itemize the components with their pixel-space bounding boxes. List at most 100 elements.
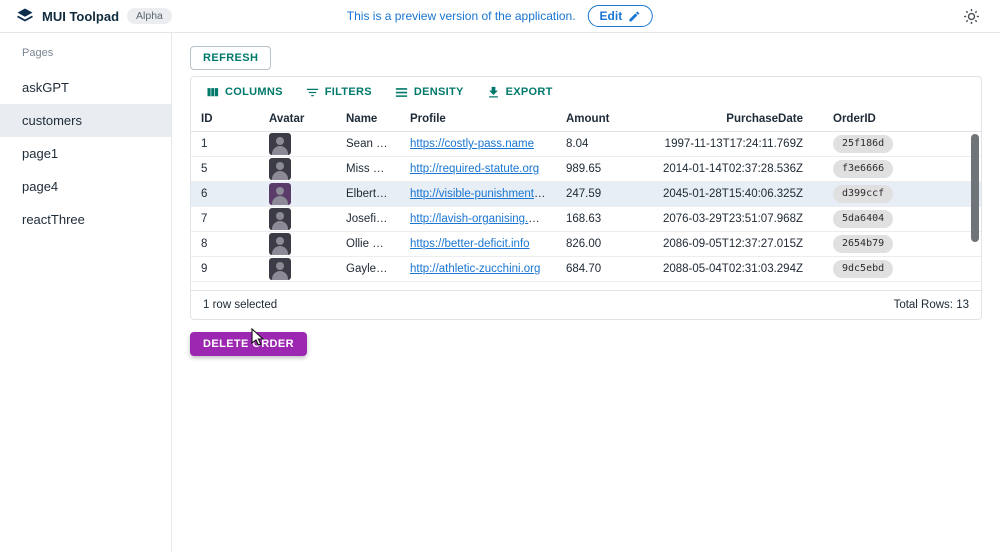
cell-amount: 684.70 — [556, 263, 648, 275]
grid-vertical-scrollbar[interactable] — [971, 134, 979, 242]
refresh-button[interactable]: REFRESH — [190, 46, 271, 70]
profile-link[interactable]: http://lavish-organising.name — [410, 213, 556, 225]
orderid-chip: 25f186d — [833, 135, 893, 153]
column-header-name[interactable]: Name — [336, 113, 400, 125]
total-rows: Total Rows: 13 — [894, 299, 969, 311]
export-button-label: EXPORT — [506, 86, 553, 98]
theme-toggle-button[interactable] — [959, 4, 984, 29]
filters-button-label: FILTERS — [325, 86, 372, 98]
cell-name: Miss Juan ... — [336, 163, 400, 175]
cell-purchasedate: 2088-05-04T02:31:03.294Z — [648, 263, 813, 275]
selection-status: 1 row selected — [203, 299, 277, 311]
sidebar: Pages askGPT customers page1 page4 react… — [0, 33, 172, 552]
orderid-chip: 9dc5ebd — [833, 260, 893, 278]
orderid-chip: 5da6404 — [833, 210, 893, 228]
edit-button[interactable]: Edit — [588, 5, 654, 27]
columns-button[interactable]: COLUMNS — [199, 81, 289, 104]
cell-avatar — [259, 158, 336, 180]
cell-id: 7 — [191, 213, 259, 225]
table-row[interactable]: 7 Josefina P... http://lavish-organising… — [191, 207, 981, 232]
table-row[interactable]: 5 Miss Juan ... http://required-statute.… — [191, 157, 981, 182]
cell-orderid: 5da6404 — [813, 210, 981, 228]
view-column-icon — [205, 85, 220, 100]
cell-avatar — [259, 208, 336, 230]
column-header-id[interactable]: ID — [191, 113, 259, 125]
edit-button-label: Edit — [600, 9, 623, 23]
density-button[interactable]: DENSITY — [388, 81, 470, 104]
cell-avatar — [259, 183, 336, 205]
cell-name: Sean Harris — [336, 138, 400, 150]
cell-purchasedate: 2014-01-14T02:37:28.536Z — [648, 163, 813, 175]
grid-toolbar: COLUMNS FILTERS DENSITY EXPORT — [191, 77, 981, 107]
avatar — [269, 258, 291, 280]
preview-banner: This is a preview version of the applica… — [347, 5, 653, 27]
filters-button[interactable]: FILTERS — [299, 81, 378, 104]
sidebar-item-page1[interactable]: page1 — [0, 137, 171, 170]
cell-profile: http://lavish-organising.name — [400, 213, 556, 225]
columns-button-label: COLUMNS — [225, 86, 283, 98]
table-row[interactable]: 9 Gayle Den... http://athletic-zucchini.… — [191, 257, 981, 282]
cell-purchasedate: 1997-11-13T17:24:11.769Z — [648, 138, 813, 150]
cell-orderid: 2654b79 — [813, 235, 981, 253]
profile-link[interactable]: http://visible-punishment.net — [410, 188, 553, 200]
alpha-badge: Alpha — [127, 8, 172, 24]
mui-toolpad-logo — [16, 7, 34, 25]
cell-amount: 247.59 — [556, 188, 648, 200]
cell-avatar — [259, 133, 336, 155]
cell-amount: 8.04 — [556, 138, 648, 150]
cell-purchasedate: 2076-03-29T23:51:07.968Z — [648, 213, 813, 225]
sun-icon — [963, 8, 980, 25]
profile-link[interactable]: http://required-statute.org — [410, 163, 539, 175]
cell-avatar — [259, 258, 336, 280]
profile-link[interactable]: http://athletic-zucchini.org — [410, 263, 540, 275]
cell-profile: http://required-statute.org — [400, 163, 556, 175]
sidebar-item-customers[interactable]: customers — [0, 104, 171, 137]
cell-profile: http://visible-punishment.net — [400, 188, 556, 200]
cell-profile: https://better-deficit.info — [400, 238, 556, 250]
table-row[interactable]: 8 Ollie Green... https://better-deficit.… — [191, 232, 981, 257]
cell-avatar — [259, 233, 336, 255]
column-header-amount[interactable]: Amount — [556, 113, 648, 125]
cell-id: 9 — [191, 263, 259, 275]
sidebar-item-reactthree[interactable]: reactThree — [0, 203, 171, 236]
cell-name: Ollie Green... — [336, 238, 400, 250]
avatar — [269, 133, 291, 155]
avatar — [269, 183, 291, 205]
column-header-orderid[interactable]: OrderID — [813, 113, 981, 125]
table-row[interactable]: 1 Sean Harris https://costly-pass.name 8… — [191, 132, 981, 157]
cell-name: Elbert McL... — [336, 188, 400, 200]
cell-id: 5 — [191, 163, 259, 175]
orderid-chip: 2654b79 — [833, 235, 893, 253]
orderid-chip: f3e6666 — [833, 160, 893, 178]
cell-id: 1 — [191, 138, 259, 150]
sidebar-item-askgpt[interactable]: askGPT — [0, 71, 171, 104]
app-bar: MUI Toolpad Alpha This is a preview vers… — [0, 0, 1000, 33]
cell-amount: 989.65 — [556, 163, 648, 175]
column-header-avatar[interactable]: Avatar — [259, 113, 336, 125]
cell-id: 6 — [191, 188, 259, 200]
cell-orderid: 9dc5ebd — [813, 260, 981, 278]
column-header-purchasedate[interactable]: PurchaseDate — [648, 113, 813, 125]
sidebar-item-page4[interactable]: page4 — [0, 170, 171, 203]
profile-link[interactable]: https://better-deficit.info — [410, 238, 530, 250]
cell-purchasedate: 2045-01-28T15:40:06.325Z — [648, 188, 813, 200]
delete-order-button[interactable]: DELETE ORDER — [190, 332, 307, 356]
cell-id: 8 — [191, 238, 259, 250]
avatar — [269, 158, 291, 180]
density-button-label: DENSITY — [414, 86, 464, 98]
cell-purchasedate: 2086-09-05T12:37:27.015Z — [648, 238, 813, 250]
table-row-selected[interactable]: 6 Elbert McL... http://visible-punishmen… — [191, 182, 981, 207]
column-header-profile[interactable]: Profile — [400, 113, 556, 125]
filter-icon — [305, 85, 320, 100]
cell-amount: 168.63 — [556, 213, 648, 225]
app-bar-brand: MUI Toolpad Alpha — [16, 7, 172, 25]
cell-profile: https://costly-pass.name — [400, 138, 556, 150]
cell-profile: http://athletic-zucchini.org — [400, 263, 556, 275]
profile-link[interactable]: https://costly-pass.name — [410, 138, 534, 150]
preview-text: This is a preview version of the applica… — [347, 9, 576, 23]
export-button[interactable]: EXPORT — [480, 81, 559, 104]
grid-footer: 1 row selected Total Rows: 13 — [191, 290, 981, 319]
sidebar-section-label: Pages — [0, 39, 171, 71]
app-title: MUI Toolpad — [42, 9, 119, 24]
density-icon — [394, 85, 409, 100]
